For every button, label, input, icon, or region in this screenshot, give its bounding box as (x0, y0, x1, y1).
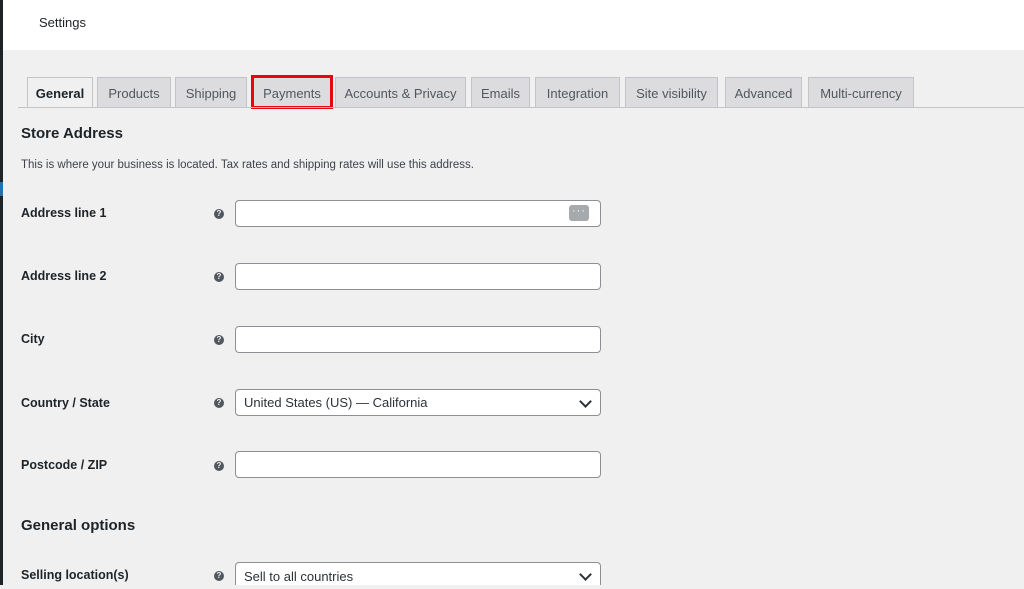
general-options-heading: General options (21, 517, 136, 534)
admin-sidebar-active-marker (0, 182, 3, 196)
tab-multi-currency[interactable]: Multi-currency (808, 77, 914, 107)
tab-accounts-privacy[interactable]: Accounts & Privacy (335, 77, 466, 107)
tab-general[interactable]: General (27, 77, 93, 108)
page-title: Settings (39, 15, 86, 30)
postcode-label: Postcode / ZIP (21, 458, 108, 472)
address-line-1-label: Address line 1 (21, 206, 107, 220)
selling-location-value: Sell to all countries (244, 569, 354, 584)
address-line-2-label: Address line 2 (21, 269, 107, 283)
city-input[interactable] (235, 326, 601, 353)
country-state-select[interactable]: United States (US) — California (235, 389, 601, 416)
store-address-description: This is where your business is located. … (21, 159, 474, 171)
address-line-2-input[interactable] (235, 263, 601, 290)
admin-sidebar-edge (0, 0, 3, 585)
chevron-down-icon (579, 568, 592, 581)
help-icon[interactable]: ? (214, 398, 224, 408)
tab-shipping[interactable]: Shipping (175, 77, 247, 107)
selling-location-select[interactable]: Sell to all countries (235, 562, 601, 585)
autofill-icon[interactable]: ··· (569, 205, 589, 221)
tab-payments[interactable]: Payments (251, 75, 333, 109)
help-icon[interactable]: ? (214, 272, 224, 282)
tab-integration[interactable]: Integration (535, 77, 620, 107)
tabs-divider (18, 107, 1024, 108)
tab-advanced[interactable]: Advanced (725, 77, 802, 107)
address-line-1-input[interactable] (235, 200, 601, 227)
country-state-value: United States (US) — California (244, 395, 428, 410)
help-icon[interactable]: ? (214, 335, 224, 345)
chevron-down-icon (579, 395, 592, 408)
tab-products[interactable]: Products (97, 77, 171, 107)
tab-site-visibility[interactable]: Site visibility (625, 77, 718, 107)
postcode-input[interactable] (235, 451, 601, 478)
help-icon[interactable]: ? (214, 209, 224, 219)
settings-header: Settings (3, 0, 1024, 50)
selling-location-label: Selling location(s) (21, 568, 129, 582)
help-icon[interactable]: ? (214, 571, 224, 581)
city-label: City (21, 332, 45, 346)
help-icon[interactable]: ? (214, 461, 224, 471)
store-address-heading: Store Address (21, 125, 123, 142)
tab-emails[interactable]: Emails (471, 77, 530, 107)
country-state-label: Country / State (21, 396, 110, 410)
